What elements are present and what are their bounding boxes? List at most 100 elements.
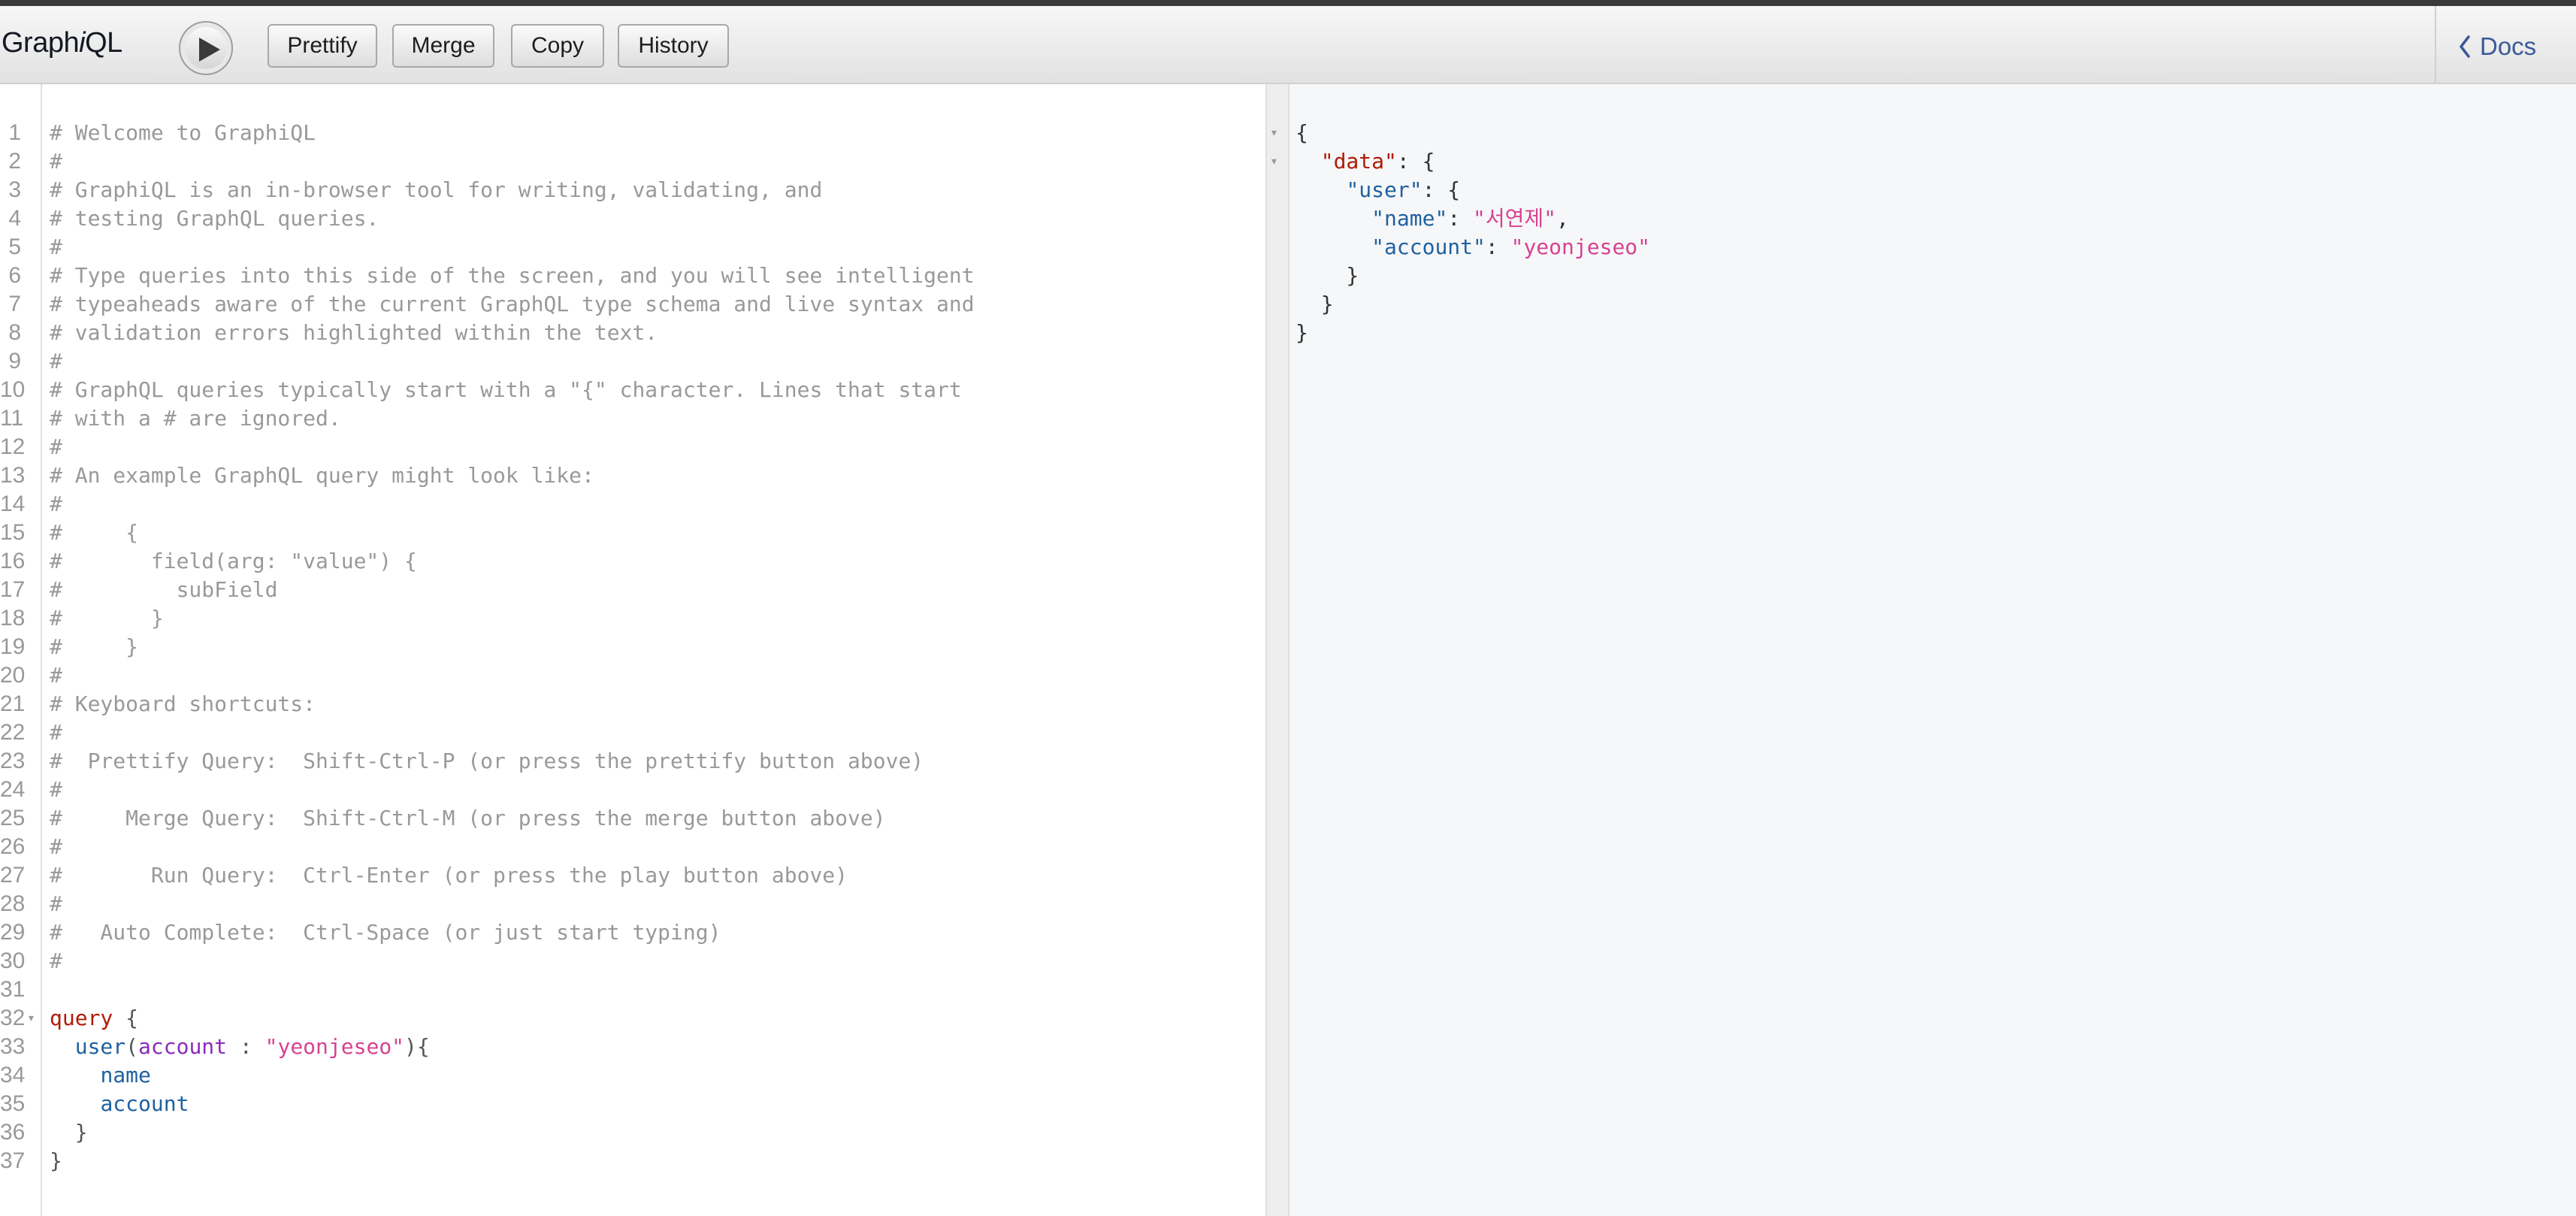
code-text: #: [50, 347, 62, 376]
code-text: # {: [50, 519, 138, 547]
json-punctuation: }: [1296, 292, 1334, 316]
code-text: #: [50, 433, 62, 461]
code-line[interactable]: 31: [0, 976, 1265, 1004]
code-punctuation: [50, 1063, 100, 1087]
json-key: "name": [1371, 206, 1448, 231]
code-line[interactable]: 32 ▾ query {: [0, 1004, 1265, 1033]
line-number: 9: [8, 349, 21, 374]
code-line[interactable]: 24 #: [0, 776, 1265, 804]
code-line[interactable]: 10 # GraphQL queries typically start with…: [0, 376, 1265, 404]
code-line[interactable]: 25 # Merge Query: Shift-Ctrl-M (or press …: [0, 804, 1265, 833]
code-line[interactable]: 29 # Auto Complete: Ctrl-Space (or just s…: [0, 918, 1265, 947]
code-comment: # field(arg: "value") {: [50, 549, 417, 573]
code-line[interactable]: 5 #: [0, 233, 1265, 262]
result-line: ▾ "data": {: [1265, 147, 2576, 176]
code-line[interactable]: 16 # field(arg: "value") {: [0, 547, 1265, 576]
code-line[interactable]: 37}: [0, 1147, 1265, 1175]
code-line[interactable]: 33 user(account : "yeonjeseo"){: [0, 1033, 1265, 1061]
line-number: 13: [0, 463, 26, 488]
code-line[interactable]: 34 name: [0, 1061, 1265, 1090]
code-comment: # }: [50, 606, 164, 631]
code-text: # }: [50, 604, 164, 633]
code-comment: # GraphQL queries typically start with a…: [50, 377, 962, 402]
code-text: #: [50, 490, 62, 519]
query-editor-lines[interactable]: 1 # Welcome to GraphiQL 2 #3 # GraphiQL is a…: [0, 119, 1265, 1175]
history-button[interactable]: History: [618, 24, 729, 68]
code-comment: #: [50, 434, 62, 459]
code-line[interactable]: 6 # Type queries into this side of the sc…: [0, 262, 1265, 290]
code-line[interactable]: 19 # }: [0, 633, 1265, 661]
fold-arrow-icon[interactable]: ▾: [1270, 119, 1278, 147]
code-line[interactable]: 9 #: [0, 347, 1265, 376]
code-line[interactable]: 17 # subField: [0, 576, 1265, 604]
line-number: 12: [0, 434, 26, 459]
code-line[interactable]: 22 #: [0, 718, 1265, 747]
code-comment: # Welcome to GraphiQL: [50, 120, 316, 145]
json-string: "data": [1320, 149, 1397, 174]
chevron-left-icon: [2460, 35, 2470, 58]
code-line[interactable]: 21 # Keyboard shortcuts:: [0, 690, 1265, 718]
code-comment: # Run Query: Ctrl-Enter (or press the pl…: [50, 863, 848, 888]
line-number: 34: [0, 1063, 26, 1087]
json-string: "yeonjeseo": [1510, 234, 1651, 259]
json-string: "서연제": [1473, 206, 1557, 231]
code-line[interactable]: 11 # with a # are ignored.: [0, 404, 1265, 433]
copy-button[interactable]: Copy: [511, 24, 604, 68]
line-number: 26: [0, 834, 26, 859]
code-line[interactable]: 20 #: [0, 661, 1265, 690]
json-punctuation: :: [1447, 206, 1474, 231]
code-line[interactable]: 26 #: [0, 833, 1265, 861]
code-line[interactable]: 28 #: [0, 890, 1265, 918]
code-line[interactable]: 23 # Prettify Query: Shift-Ctrl-P (or pre…: [0, 747, 1265, 776]
line-number: 7: [8, 292, 21, 316]
line-number: 23: [0, 749, 26, 773]
code-field: account: [100, 1091, 189, 1116]
code-line[interactable]: 14 #: [0, 490, 1265, 519]
code-text: # Keyboard shortcuts:: [50, 690, 316, 718]
docs-button[interactable]: Docs: [2459, 32, 2536, 62]
code-text: #: [50, 661, 62, 690]
code-punctuation: [50, 1091, 100, 1116]
code-line[interactable]: 30 #: [0, 947, 1265, 976]
line-number: 8: [8, 320, 21, 345]
line-number: 20: [0, 663, 26, 688]
merge-button[interactable]: Merge: [392, 24, 494, 68]
code-line[interactable]: 12 #: [0, 433, 1265, 461]
code-line[interactable]: 36 }: [0, 1118, 1265, 1147]
json-punctuation: [1296, 206, 1371, 231]
code-text: #: [50, 233, 62, 262]
code-field: user: [74, 1034, 126, 1059]
code-punctuation: [50, 1034, 75, 1059]
code-text: # validation errors highlighted within t…: [50, 319, 658, 347]
code-line[interactable]: 15 # {: [0, 519, 1265, 547]
line-number: 31: [0, 977, 26, 1002]
json-punctuation: ,: [1556, 206, 1569, 231]
line-number: 30: [0, 948, 26, 973]
code-line[interactable]: 8 # validation errors highlighted within …: [0, 319, 1265, 347]
code-comment: #: [50, 777, 62, 802]
prettify-button[interactable]: Prettify: [268, 24, 377, 68]
code-line[interactable]: 18 # }: [0, 604, 1265, 633]
json-punctuation: }: [1296, 263, 1359, 288]
code-line[interactable]: 1 # Welcome to GraphiQL: [0, 119, 1265, 147]
code-text: name: [50, 1061, 150, 1090]
line-number: 37: [0, 1148, 26, 1173]
code-line[interactable]: 13 # An example GraphQL query might look …: [0, 461, 1265, 490]
code-line[interactable]: 7 # typeaheads aware of the current Graph…: [0, 290, 1265, 319]
code-comment: # with a # are ignored.: [50, 406, 341, 431]
code-line[interactable]: 3 # GraphiQL is an in-browser tool for wr…: [0, 176, 1265, 204]
code-line[interactable]: 35 account: [0, 1090, 1265, 1118]
code-text: #: [50, 776, 62, 804]
fold-arrow-icon[interactable]: ▾: [1270, 147, 1278, 176]
fold-arrow-icon[interactable]: ▾: [27, 1004, 35, 1033]
code-line[interactable]: 4 # testing GraphQL queries.: [0, 204, 1265, 233]
line-number: 16: [0, 549, 26, 573]
code-punctuation: ){: [404, 1034, 430, 1059]
code-line[interactable]: 2 #: [0, 147, 1265, 176]
execute-query-button[interactable]: [179, 21, 233, 75]
code-line[interactable]: 27 # Run Query: Ctrl-Enter (or press the …: [0, 861, 1265, 890]
code-comment: # An example GraphQL query might look li…: [50, 463, 594, 488]
code-comment: #: [50, 891, 62, 916]
line-number: 10: [0, 377, 26, 402]
code-string: "yeonjeseo": [265, 1034, 405, 1059]
